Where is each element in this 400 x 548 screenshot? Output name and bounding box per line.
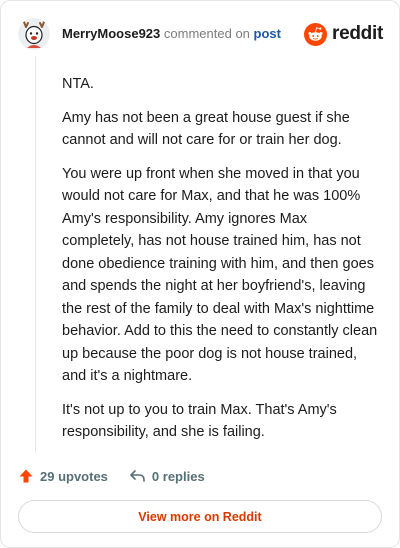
upvotes-label: 29 upvotes xyxy=(40,468,108,484)
replies-label: 0 replies xyxy=(151,468,205,484)
thread-line xyxy=(35,56,36,453)
reddit-wordmark: reddit xyxy=(332,23,383,44)
comment-paragraph: NTA. xyxy=(62,76,94,92)
comment-header: MerryMoose923 commented on post reddit xyxy=(18,17,383,51)
avatar-icon xyxy=(18,18,50,50)
post-link[interactable]: post xyxy=(254,26,281,41)
username[interactable]: MerryMoose923 xyxy=(62,26,160,41)
comment-paragraph: Amy has not been a great house guest if … xyxy=(62,109,350,149)
reddit-comment-embed: MerryMoose923 commented on post reddit N… xyxy=(0,0,400,548)
comment-paragraph: It's not up to you to train Max. That's … xyxy=(62,401,337,441)
user-avatar[interactable] xyxy=(18,18,50,50)
view-more-button[interactable]: View more on Reddit xyxy=(18,500,382,533)
reddit-snoo-icon xyxy=(304,22,328,46)
comment-action-text: commented on xyxy=(163,26,250,41)
upvote-arrow-icon xyxy=(19,469,33,483)
comment-footer: 29 upvotes 0 replies xyxy=(18,465,205,487)
comment-paragraph: You were up front when she moved in that… xyxy=(62,165,378,385)
comment-body: NTA. Amy has not been a great house gues… xyxy=(62,73,382,455)
upvotes[interactable]: 29 upvotes xyxy=(18,468,108,484)
reply-arrow-icon xyxy=(130,470,145,482)
comment-meta: MerryMoose923 commented on post xyxy=(62,26,281,42)
reddit-logo[interactable]: reddit xyxy=(304,22,383,46)
replies[interactable]: 0 replies xyxy=(129,468,205,484)
